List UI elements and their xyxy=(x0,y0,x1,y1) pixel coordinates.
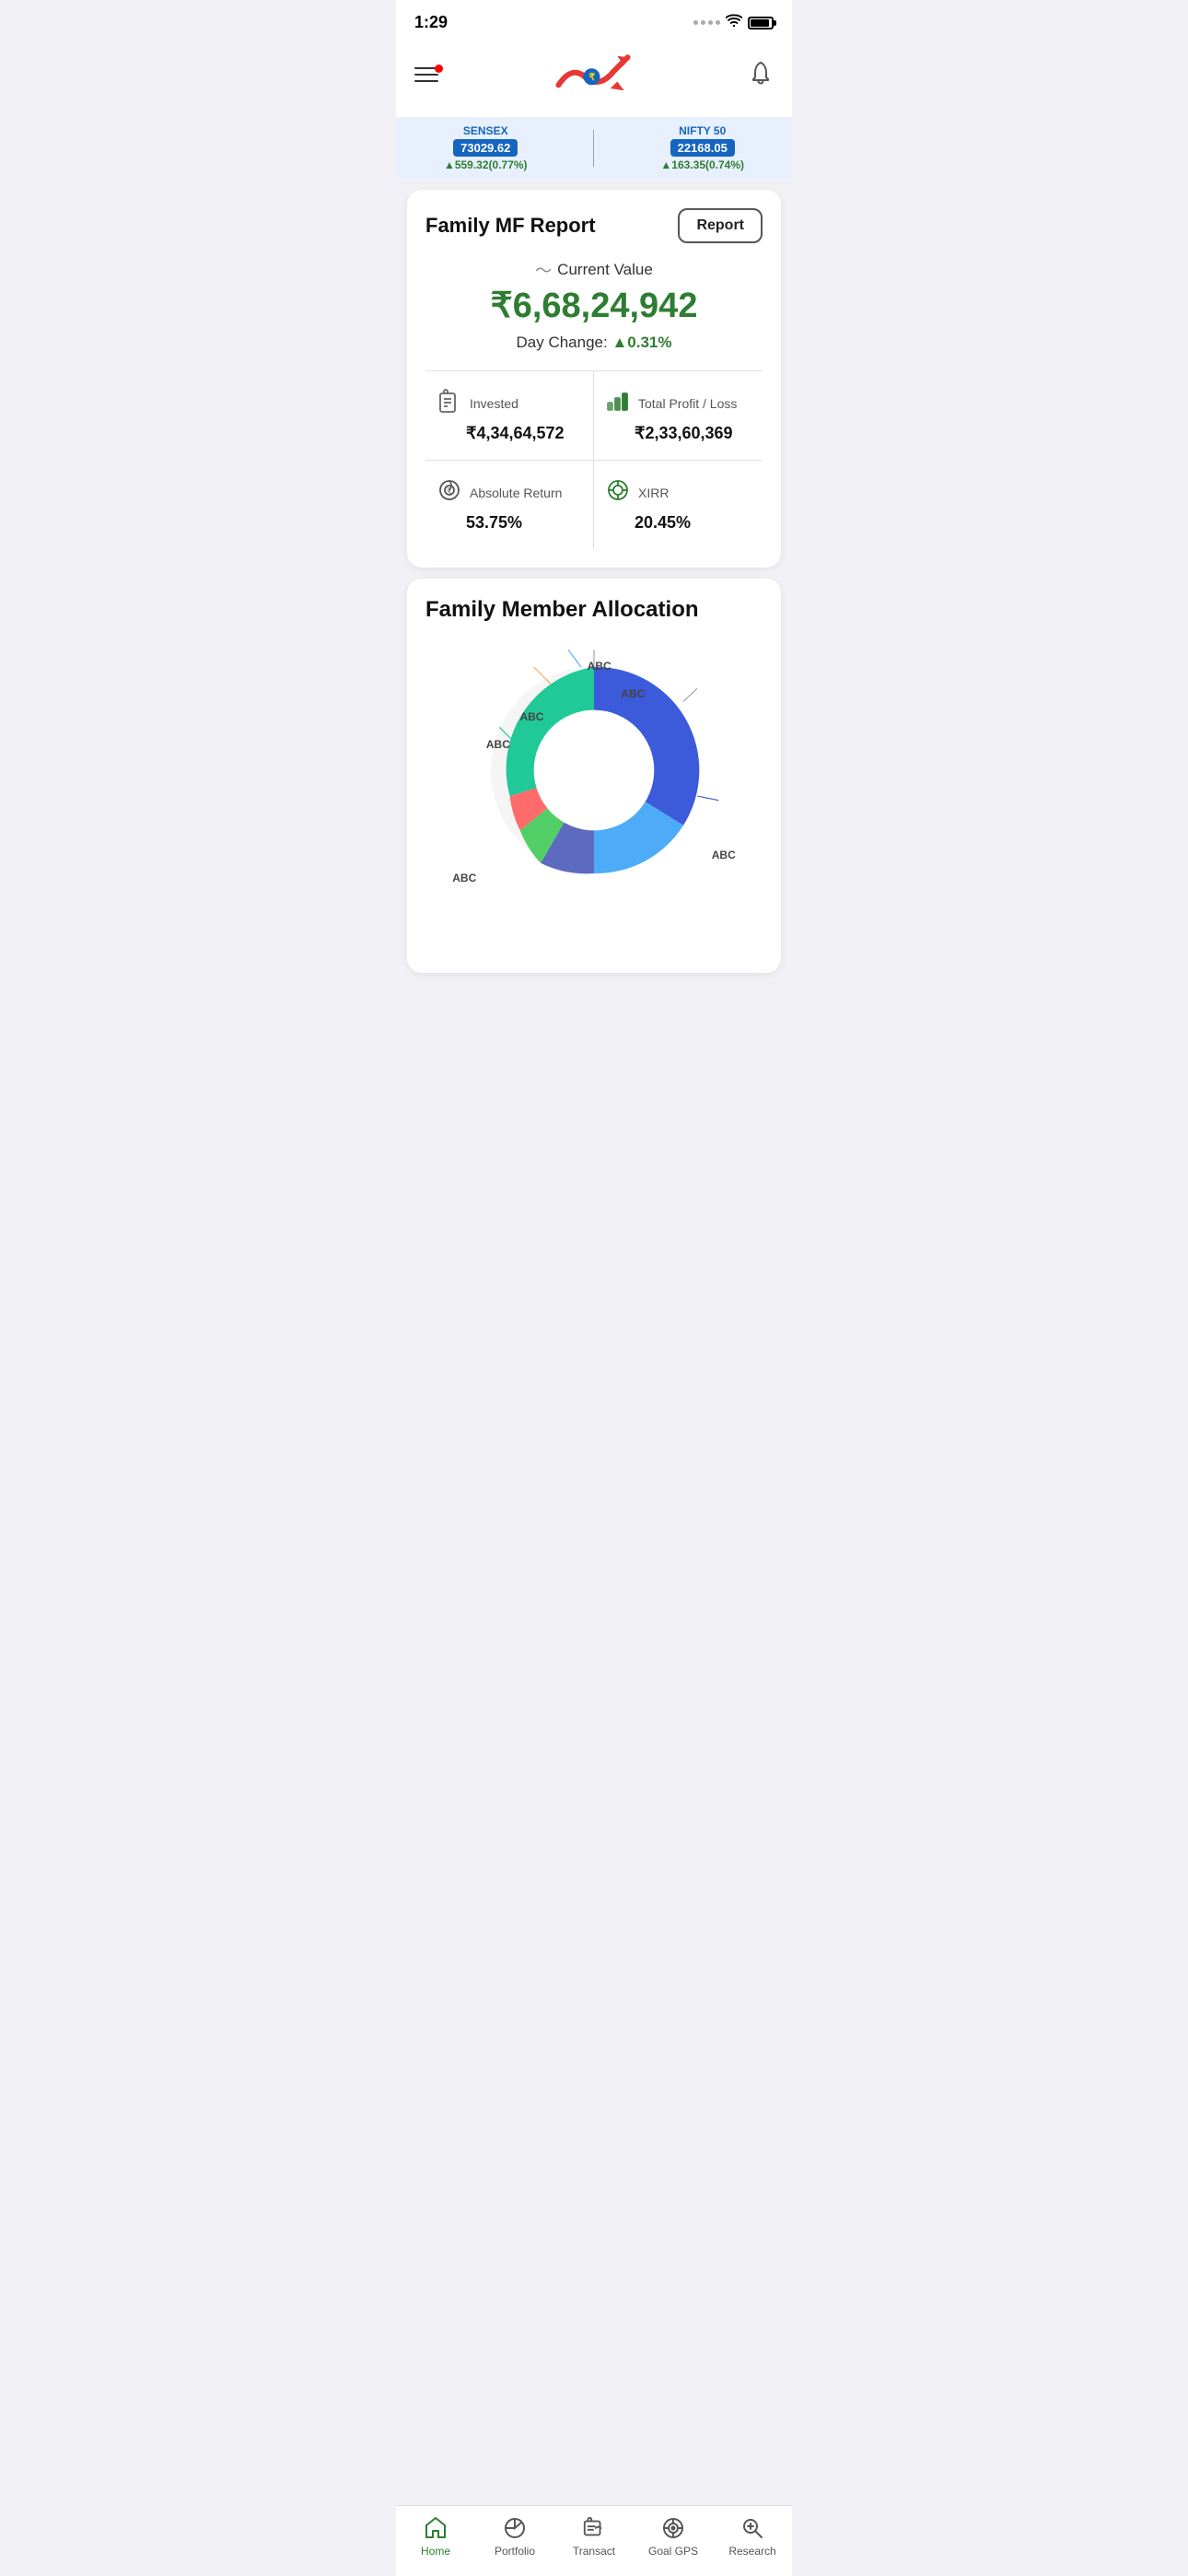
nifty-change: ▲163.35(0.74%) xyxy=(660,158,744,171)
invested-value: ₹4,34,64,572 xyxy=(437,424,582,443)
chart-label-2: ABC xyxy=(621,687,645,700)
metric-profit: Total Profit / Loss ₹2,33,60,369 xyxy=(594,371,763,461)
nav-portfolio[interactable]: Portfolio xyxy=(483,2515,547,2558)
day-change: Day Change: ▲0.31% xyxy=(425,334,763,352)
bottom-nav: Home Portfolio Transact xyxy=(396,2505,792,2576)
svg-text:₹: ₹ xyxy=(589,72,596,83)
xirr-icon xyxy=(605,477,631,509)
chart-label-5: ABC xyxy=(452,872,476,884)
nifty-ticker: NIFTY 50 22168.05 ▲163.35(0.74%) xyxy=(660,124,744,171)
profit-label: Total Profit / Loss xyxy=(638,396,737,411)
transact-icon xyxy=(581,2515,607,2541)
report-button[interactable]: Report xyxy=(678,208,763,243)
nav-transact[interactable]: Transact xyxy=(562,2515,626,2558)
invested-label: Invested xyxy=(470,396,518,411)
status-time: 1:29 xyxy=(414,13,448,32)
home-label: Home xyxy=(421,2545,450,2558)
mf-report-title: Family MF Report xyxy=(425,214,596,238)
chart-label-3: ABC xyxy=(519,710,543,723)
goalgps-icon xyxy=(660,2515,686,2541)
header: ₹ xyxy=(396,40,792,117)
chart-label-6: ABC xyxy=(712,849,736,861)
research-label: Research xyxy=(728,2545,775,2558)
profit-icon xyxy=(605,388,631,420)
sensex-label: SENSEX xyxy=(463,124,508,137)
main-content: Family MF Report Report 〜 Current Value … xyxy=(396,179,792,1069)
current-value-section: 〜 Current Value ₹6,68,24,942 Day Change:… xyxy=(425,258,763,352)
invest-icon xyxy=(437,388,462,420)
chart-label-4: ABC xyxy=(486,738,510,751)
sensex-change: ▲559.32(0.77%) xyxy=(444,158,528,171)
metric-invested: Invested ₹4,34,64,572 xyxy=(425,371,594,461)
ticker-bar: SENSEX 73029.62 ▲559.32(0.77%) NIFTY 50 … xyxy=(396,117,792,179)
mf-report-card: Family MF Report Report 〜 Current Value … xyxy=(407,190,781,568)
logo: ₹ xyxy=(552,47,635,102)
return-value: 53.75% xyxy=(437,513,582,533)
nav-goalgps[interactable]: Goal GPS xyxy=(641,2515,705,2558)
sensex-ticker: SENSEX 73029.62 ▲559.32(0.77%) xyxy=(444,124,528,171)
portfolio-label: Portfolio xyxy=(495,2545,535,2558)
research-icon xyxy=(740,2515,765,2541)
nav-home[interactable]: Home xyxy=(403,2515,468,2558)
metrics-grid: Invested ₹4,34,64,572 Total Profit / Los… xyxy=(425,370,763,549)
signal-icon xyxy=(693,20,720,25)
chart-area: ABC ABC ABC ABC ABC ABC xyxy=(425,641,763,954)
menu-button[interactable] xyxy=(414,67,438,82)
sensex-value: 73029.62 xyxy=(453,139,518,157)
nifty-value: 22168.05 xyxy=(670,139,735,157)
transact-label: Transact xyxy=(573,2545,615,2558)
wifi-icon xyxy=(726,14,742,31)
metric-return: ₹ Absolute Return 53.75% xyxy=(425,461,594,549)
home-icon xyxy=(423,2515,448,2541)
ticker-divider xyxy=(593,130,594,167)
day-change-value: ▲0.31% xyxy=(611,334,671,351)
status-bar: 1:29 xyxy=(396,0,792,40)
nav-research[interactable]: Research xyxy=(720,2515,785,2558)
return-icon: ₹ xyxy=(437,477,462,509)
xirr-label: XIRR xyxy=(638,486,669,500)
bell-button[interactable] xyxy=(748,60,774,90)
xirr-value: 20.45% xyxy=(605,513,751,533)
portfolio-icon xyxy=(502,2515,528,2541)
chart-label-1: ABC xyxy=(588,660,611,673)
current-value-label: 〜 Current Value xyxy=(425,258,763,282)
profit-value: ₹2,33,60,369 xyxy=(605,424,751,443)
metric-xirr: XIRR 20.45% xyxy=(594,461,763,549)
allocation-title: Family Member Allocation xyxy=(425,597,763,623)
return-label: Absolute Return xyxy=(470,486,562,500)
battery-icon xyxy=(748,17,774,29)
nifty-label: NIFTY 50 xyxy=(679,124,726,137)
current-value-amount: ₹6,68,24,942 xyxy=(425,287,763,326)
family-allocation-card: Family Member Allocation ABC ABC ABC ABC… xyxy=(407,579,781,973)
trend-icon: 〜 xyxy=(535,258,552,282)
goalgps-label: Goal GPS xyxy=(648,2545,698,2558)
status-icons xyxy=(693,14,774,31)
